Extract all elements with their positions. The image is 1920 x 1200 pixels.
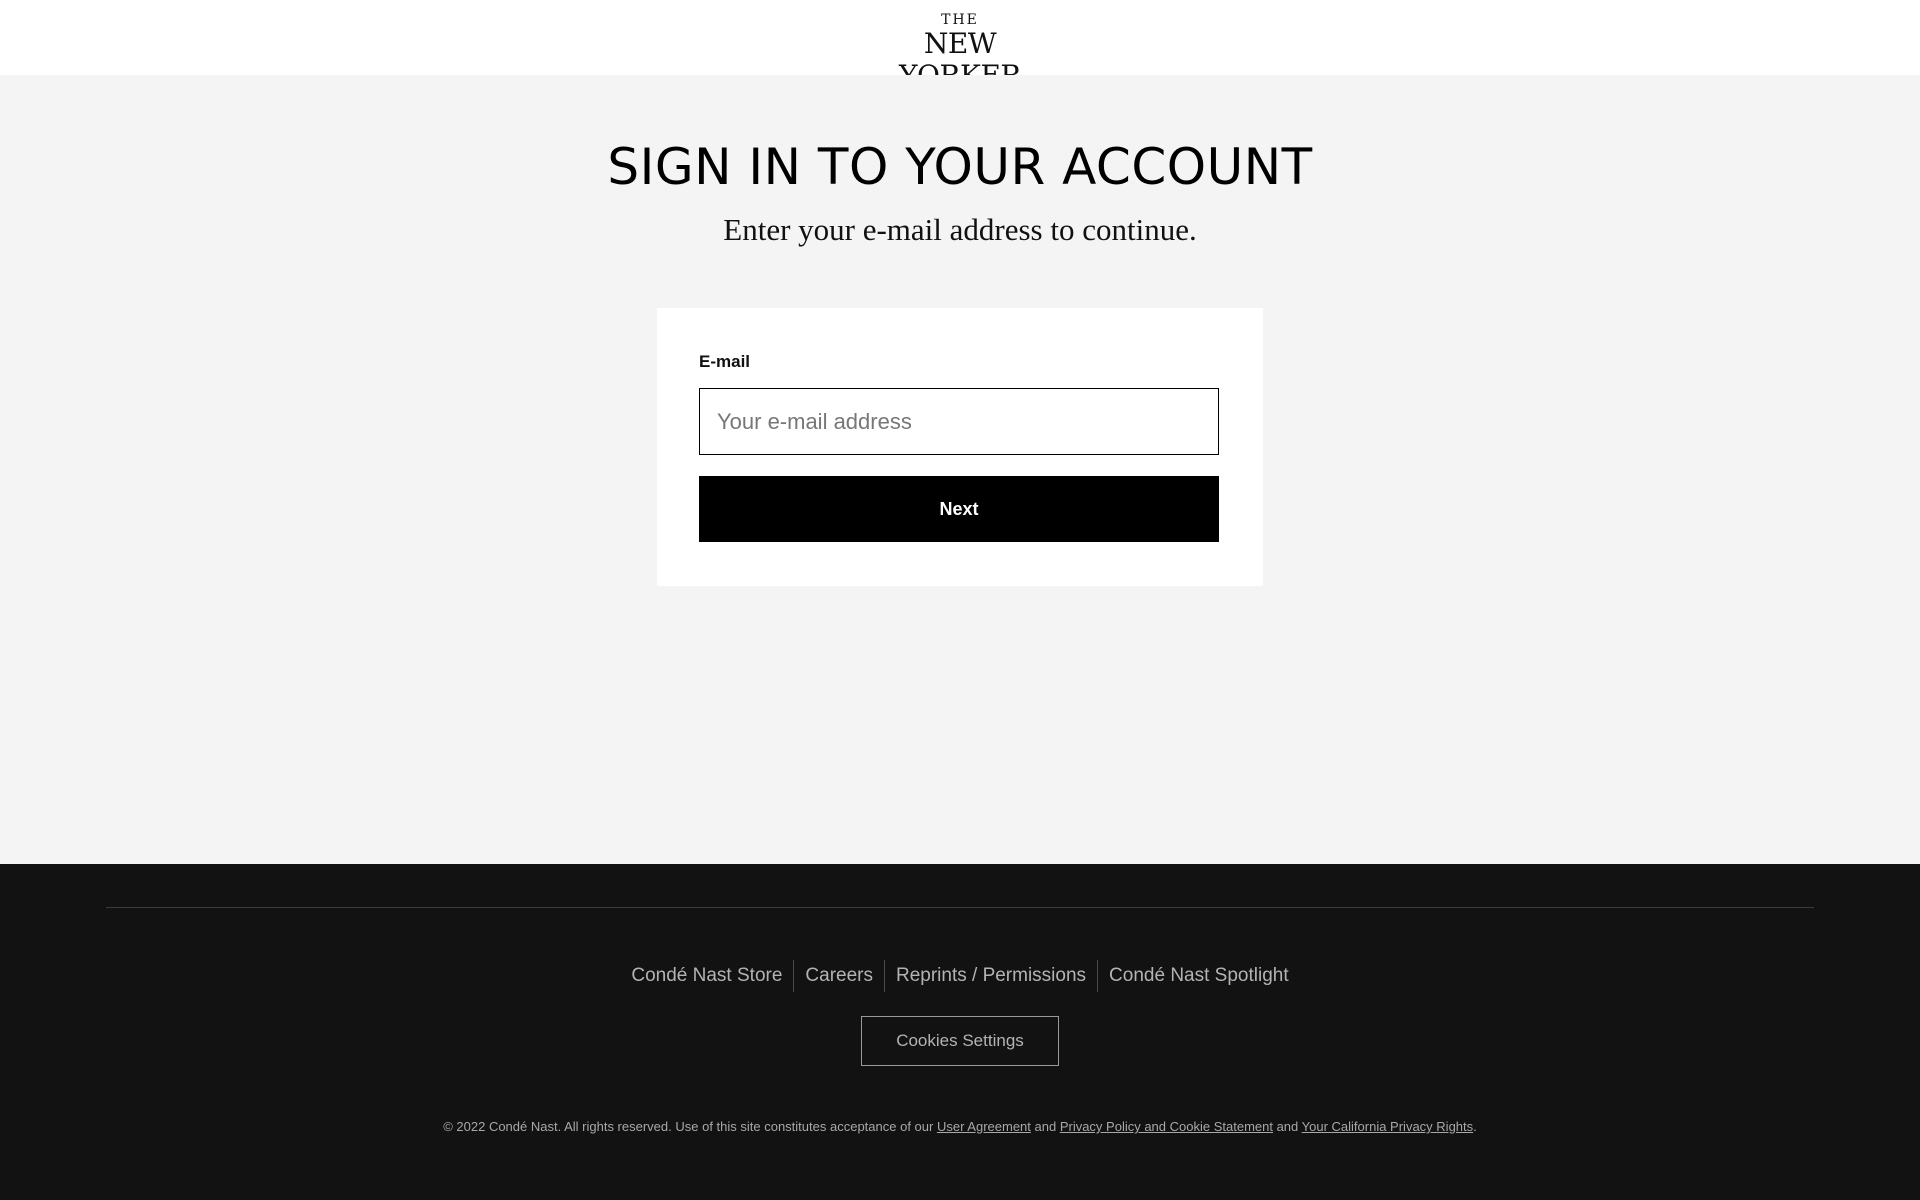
footer-link-conde-nast-spotlight[interactable]: Condé Nast Spotlight: [1098, 960, 1300, 992]
california-privacy-link[interactable]: Your California Privacy Rights: [1302, 1119, 1473, 1134]
footer-link-careers[interactable]: Careers: [794, 960, 884, 992]
footer-link-reprints-permissions[interactable]: Reprints / Permissions: [885, 960, 1097, 992]
email-label: E-mail: [699, 352, 751, 371]
sign-in-main: SIGN IN TO YOUR ACCOUNT Enter your e-mai…: [0, 75, 1920, 864]
legal-and: and: [1272, 1119, 1302, 1134]
new-yorker-logo[interactable]: THE NEW YORKER: [860, 12, 1060, 92]
legal-and: and: [1030, 1119, 1060, 1134]
privacy-policy-link[interactable]: Privacy Policy and Cookie Statement: [1060, 1119, 1273, 1134]
page-title: SIGN IN TO YOUR ACCOUNT: [607, 138, 1313, 196]
next-button[interactable]: Next: [699, 476, 1219, 542]
sign-in-card: E-mail Next: [657, 308, 1263, 586]
cookies-settings-button[interactable]: Cookies Settings: [861, 1016, 1059, 1066]
footer-link-conde-nast-store[interactable]: Condé Nast Store: [620, 960, 793, 992]
site-header: THE NEW YORKER: [0, 0, 1920, 92]
legal-text: © 2022 Condé Nast. All rights reserved. …: [0, 1117, 1920, 1137]
legal-prefix: © 2022 Condé Nast. All rights reserved. …: [443, 1119, 937, 1134]
email-input[interactable]: [699, 388, 1219, 455]
footer-links: Condé Nast Store Careers Reprints / Perm…: [0, 960, 1920, 992]
legal-suffix: .: [1473, 1119, 1477, 1134]
user-agreement-link[interactable]: User Agreement: [937, 1119, 1031, 1134]
page-subtitle: Enter your e-mail address to continue.: [723, 212, 1197, 247]
site-footer: Condé Nast Store Careers Reprints / Perm…: [0, 864, 1920, 1200]
footer-divider: [106, 907, 1814, 908]
logo-the: THE: [941, 12, 979, 28]
